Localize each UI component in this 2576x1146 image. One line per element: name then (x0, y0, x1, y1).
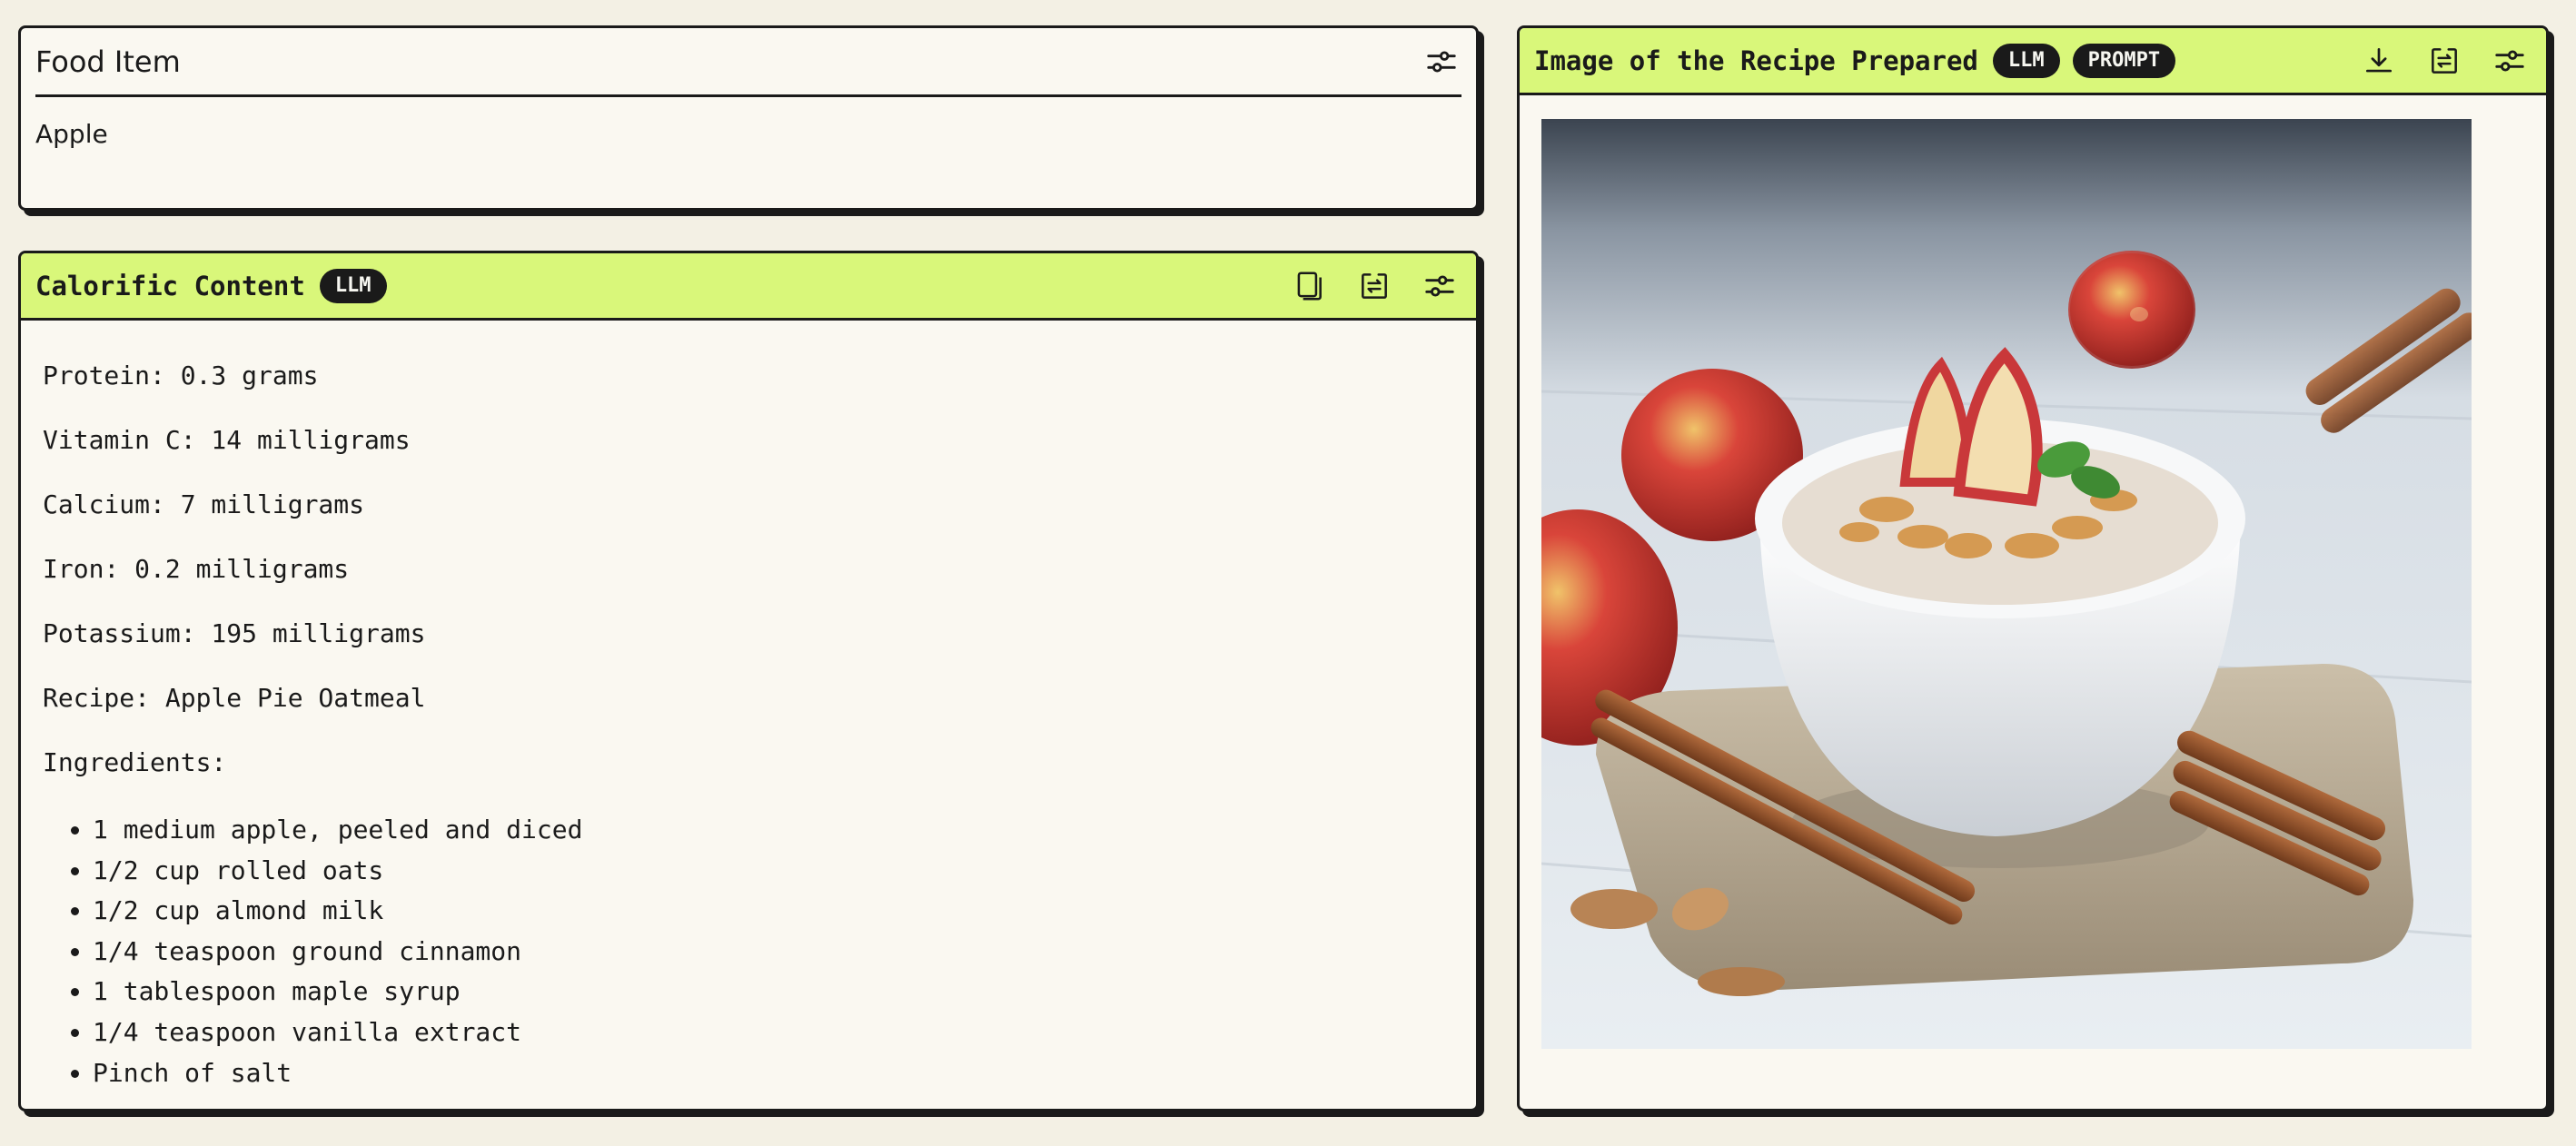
recipe-line: Recipe: Apple Pie Oatmeal (43, 683, 426, 713)
recipe-image-title: Image of the Recipe Prepared (1534, 44, 1978, 76)
prompt-badge: PROMPT (2072, 43, 2176, 78)
food-item-title: Food Item (35, 44, 181, 79)
sliders-icon[interactable] (2490, 41, 2530, 81)
calorific-content-header: Calorific Content LLM (21, 253, 1476, 321)
list-item: 1 medium apple, peeled and diced (71, 810, 1454, 851)
llm-badge: LLM (1992, 43, 2060, 78)
sliders-icon[interactable] (1422, 42, 1461, 82)
ingredients-heading: Ingredients: (43, 747, 227, 777)
nutrient-line: Potassium: 195 milligrams (43, 618, 426, 648)
sliders-icon[interactable] (1420, 266, 1460, 306)
food-item-card: Food Item Apple (18, 25, 1479, 211)
food-item-header: Food Item (35, 28, 1461, 97)
list-item: 1 tablespoon maple syrup (71, 972, 1454, 1013)
calorific-content-body: Protein: 0.3 grams Vitamin C: 14 milligr… (43, 361, 1454, 1093)
copy-icon[interactable] (1289, 266, 1329, 306)
llm-badge: LLM (319, 268, 387, 303)
calorific-content-card: Calorific Content LLM Protein: 0.3 grams… (18, 251, 1479, 1111)
list-item: 1/2 cup almond milk (71, 891, 1454, 932)
download-icon[interactable] (2359, 41, 2399, 81)
nutrient-line: Protein: 0.3 grams (43, 361, 319, 390)
swap-icon[interactable] (2424, 41, 2464, 81)
calorific-content-title: Calorific Content (35, 270, 305, 301)
list-item: 1/2 cup rolled oats (71, 851, 1454, 892)
nutrient-line: Calcium: 7 milligrams (43, 489, 365, 519)
list-item: Pinch of salt (71, 1053, 1454, 1094)
recipe-image-header: Image of the Recipe Prepared LLM PROMPT (1520, 28, 2546, 95)
recipe-image-card: Image of the Recipe Prepared LLM PROMPT (1517, 25, 2549, 1111)
swap-icon[interactable] (1354, 266, 1394, 306)
nutrient-line: Iron: 0.2 milligrams (43, 554, 350, 584)
list-item: 1/4 teaspoon ground cinnamon (71, 932, 1454, 973)
recipe-image (1541, 119, 2472, 1049)
food-item-value[interactable]: Apple (35, 119, 108, 149)
nutrient-line: Vitamin C: 14 milligrams (43, 425, 411, 455)
list-item: 1/4 teaspoon vanilla extract (71, 1013, 1454, 1053)
ingredients-list: 1 medium apple, peeled and diced 1/2 cup… (43, 810, 1454, 1093)
